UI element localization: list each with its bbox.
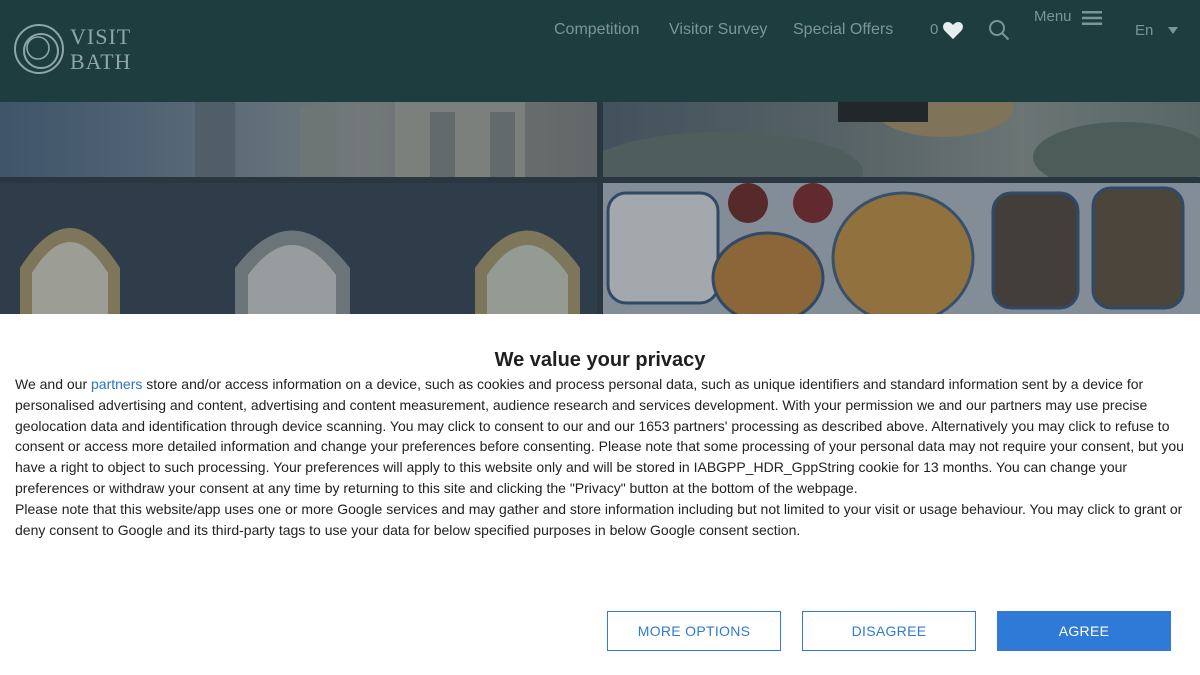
logo-line-bath: BATH bbox=[70, 49, 132, 74]
tile-divider-horizontal bbox=[0, 177, 1200, 183]
hero-tile-church-windows bbox=[0, 183, 597, 314]
consent-text-main: store and/or access information on a dev… bbox=[15, 376, 1184, 496]
disagree-button[interactable]: DISAGREE bbox=[802, 611, 976, 651]
search-icon[interactable] bbox=[988, 19, 1010, 41]
consent-text-prefix: We and our bbox=[15, 376, 92, 392]
tile-overlay bbox=[0, 183, 597, 314]
tile-overlay bbox=[603, 183, 1200, 314]
favourites-count[interactable]: 0 bbox=[930, 20, 938, 40]
hero-tile-food-top bbox=[603, 102, 1200, 177]
consent-body: We and our partners store and/or access … bbox=[15, 374, 1185, 540]
more-options-button[interactable]: MORE OPTIONS bbox=[607, 611, 781, 651]
privacy-consent-dialog: We value your privacy We and our partner… bbox=[0, 314, 1200, 675]
partners-link[interactable]: partners bbox=[91, 376, 142, 392]
hero-tile-building bbox=[0, 102, 597, 177]
nav-special-offers[interactable]: Special Offers bbox=[793, 20, 893, 40]
visit-bath-logo[interactable]: VISIT BATH bbox=[14, 24, 144, 78]
tile-overlay bbox=[603, 102, 1200, 177]
logo-line-visit: VISIT bbox=[70, 24, 132, 49]
heart-icon[interactable] bbox=[942, 20, 964, 40]
hamburger-icon[interactable] bbox=[1082, 10, 1102, 26]
menu-label[interactable]: Menu bbox=[1034, 8, 1072, 26]
caret-down-icon[interactable] bbox=[1168, 27, 1178, 34]
consent-title: We value your privacy bbox=[494, 349, 706, 371]
language-selector[interactable]: En bbox=[1135, 22, 1153, 40]
hero-tile-food-plates bbox=[603, 183, 1200, 314]
logo-rings-icon bbox=[14, 24, 64, 74]
tile-overlay bbox=[0, 102, 597, 177]
site-header: VISIT BATH Competition Visitor Survey Sp… bbox=[0, 0, 1200, 102]
nav-competition[interactable]: Competition bbox=[554, 20, 639, 40]
agree-button[interactable]: AGREE bbox=[997, 611, 1171, 651]
consent-paragraph-1: We and our partners store and/or access … bbox=[15, 374, 1185, 499]
tile-divider-vertical bbox=[597, 102, 603, 314]
consent-paragraph-2: Please note that this website/app uses o… bbox=[15, 500, 1183, 538]
nav-visitor-survey[interactable]: Visitor Survey bbox=[669, 20, 767, 40]
logo-text: VISIT BATH bbox=[70, 24, 131, 74]
